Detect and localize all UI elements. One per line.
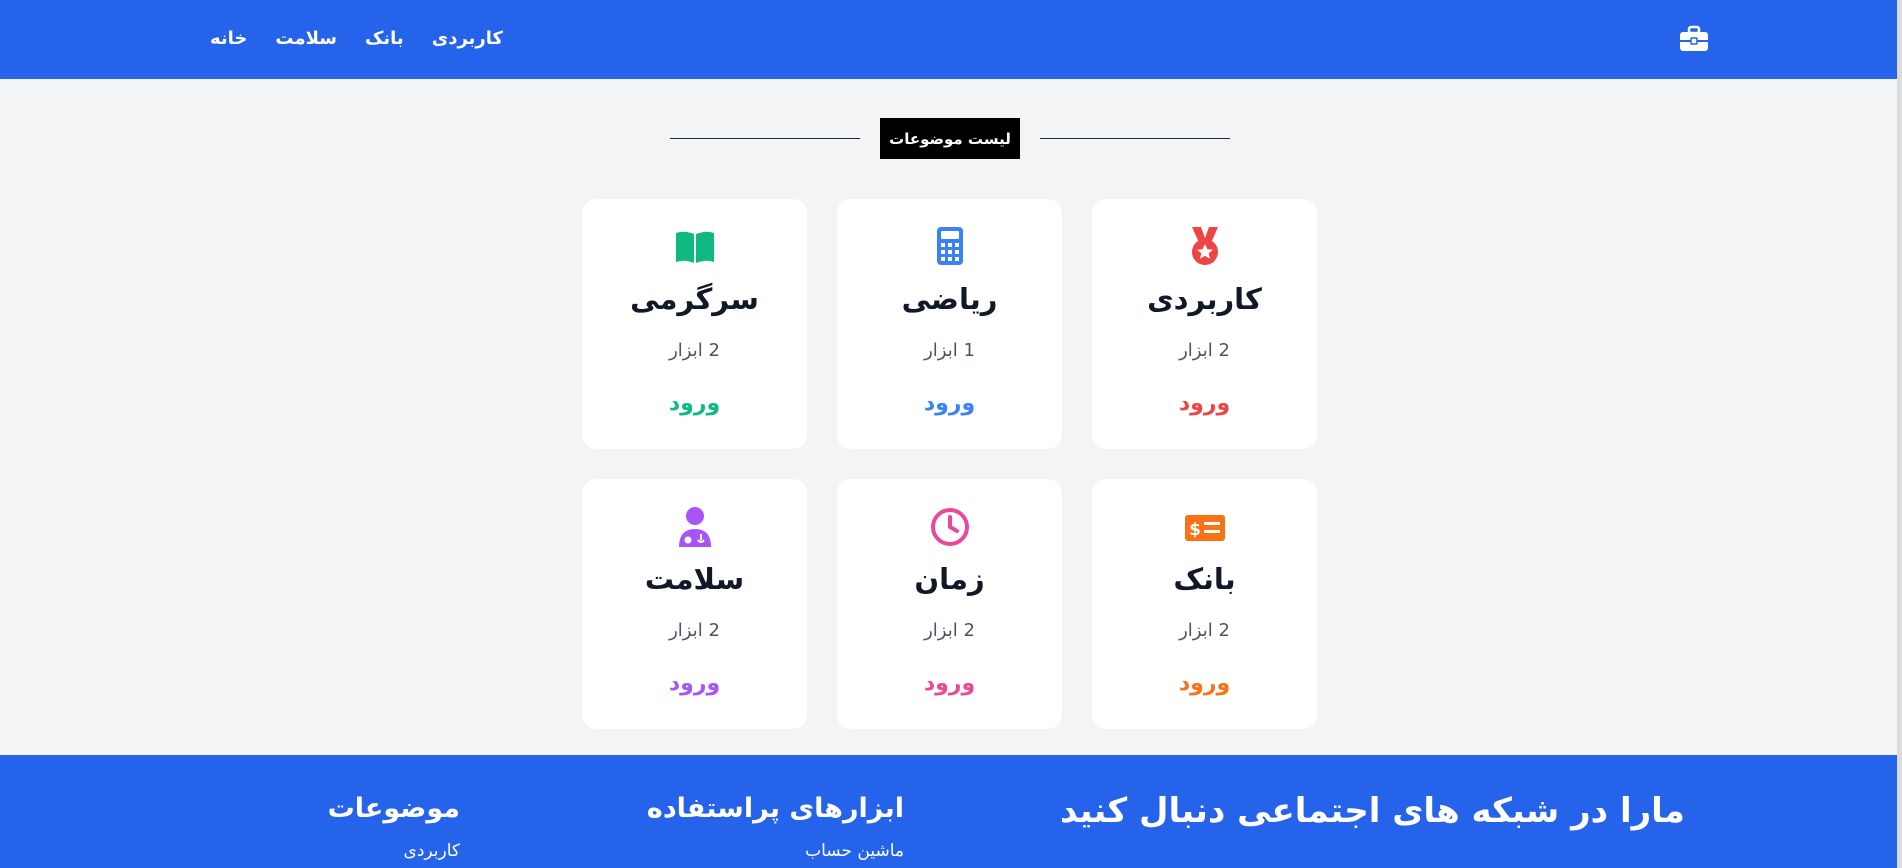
enter-link[interactable]: ورود: [1092, 669, 1317, 699]
doctor-icon: [679, 507, 711, 547]
topic-tool-count: 2 ابزار: [924, 620, 975, 641]
nav-link-bank[interactable]: بانک: [365, 28, 404, 49]
section-heading: لیست موضوعات: [670, 118, 1230, 159]
topics-grid: کاربردی 2 ابزار ورود ریاضی 1 ابزار ورود: [582, 199, 1317, 729]
topic-card-bank[interactable]: $ بانک 2 ابزار ورود: [1092, 479, 1317, 729]
topic-title: بانک: [1173, 562, 1236, 596]
topic-tool-count: 1 ابزار: [924, 340, 975, 361]
enter-link[interactable]: ورود: [837, 669, 1062, 699]
topic-card-time[interactable]: زمان 2 ابزار ورود: [837, 479, 1062, 729]
topic-card-practical[interactable]: کاربردی 2 ابزار ورود: [1092, 199, 1317, 449]
footer-topics-title: موضوعات: [327, 793, 460, 824]
calculator-icon: [937, 227, 963, 265]
topic-tool-count: 2 ابزار: [1179, 620, 1230, 641]
footer-social-title: مارا در شبکه های اجتماعی دنبال کنید: [1059, 791, 1685, 831]
footer: مارا در شبکه های اجتماعی دنبال کنید ابزا…: [0, 755, 1897, 868]
nav-link-practical[interactable]: کاربردی: [432, 28, 503, 49]
medal-icon: [1192, 227, 1218, 265]
scrollbar[interactable]: [1897, 0, 1902, 868]
enter-link[interactable]: ورود: [582, 389, 807, 419]
top-navbar: خانه سلامت بانک کاربردی: [0, 0, 1897, 79]
footer-tools-title: ابزارهای پراستفاده: [646, 793, 904, 824]
topic-card-health[interactable]: سلامت 2 ابزار ورود: [582, 479, 807, 729]
topic-tool-count: 2 ابزار: [669, 340, 720, 361]
book-open-icon: [676, 231, 714, 263]
nav-link-health[interactable]: سلامت: [275, 28, 337, 49]
topic-title: کاربردی: [1147, 282, 1262, 316]
page: خانه سلامت بانک کاربردی لیست موضوعات کار…: [0, 0, 1902, 868]
enter-link[interactable]: ورود: [1092, 389, 1317, 419]
enter-link[interactable]: ورود: [837, 389, 1062, 419]
section-title: لیست موضوعات: [880, 118, 1020, 159]
nav-link-home[interactable]: خانه: [210, 28, 247, 49]
topic-title: سرگرمی: [630, 282, 759, 316]
main-nav: خانه سلامت بانک کاربردی: [210, 23, 503, 53]
topic-card-math[interactable]: ریاضی 1 ابزار ورود: [837, 199, 1062, 449]
topic-title: سلامت: [644, 562, 745, 596]
footer-tools-link[interactable]: ماشین حساب: [805, 841, 904, 861]
topic-card-entertainment[interactable]: سرگرمی 2 ابزار ورود: [582, 199, 807, 449]
topic-title: زمان: [914, 562, 985, 596]
topic-tool-count: 2 ابزار: [1179, 340, 1230, 361]
briefcase-icon[interactable]: [1678, 25, 1710, 53]
svg-text:$: $: [1189, 520, 1201, 540]
money-check-icon: $: [1185, 515, 1225, 541]
footer-topics-link[interactable]: کاربردی: [404, 841, 460, 861]
divider-right: [1040, 138, 1230, 139]
topic-tool-count: 2 ابزار: [669, 620, 720, 641]
clock-icon: [931, 508, 969, 546]
enter-link[interactable]: ورود: [582, 669, 807, 699]
topic-title: ریاضی: [901, 282, 998, 316]
divider-left: [670, 138, 860, 139]
